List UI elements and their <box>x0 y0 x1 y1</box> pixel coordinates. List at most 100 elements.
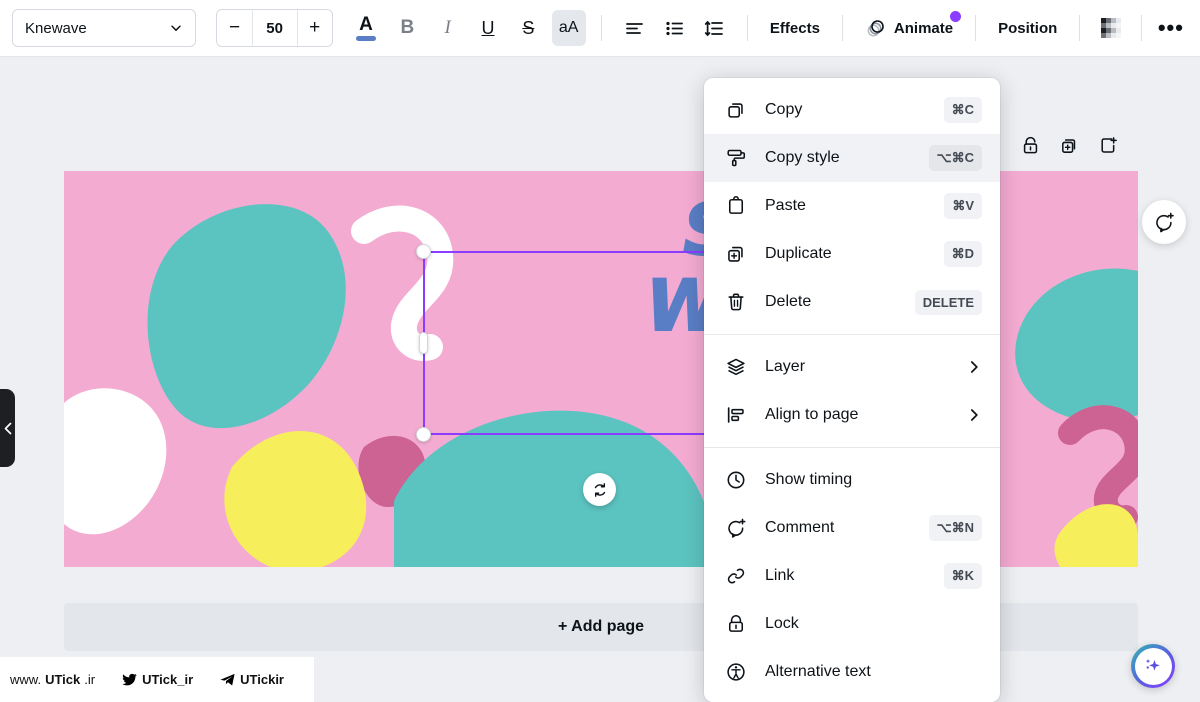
chevron-down-icon <box>171 25 182 31</box>
strikethrough-button[interactable]: S <box>511 10 545 46</box>
context-menu-label: Copy style <box>765 149 840 166</box>
align-icon <box>724 403 748 427</box>
context-menu-item-link[interactable]: Link ⌘K <box>704 552 1000 600</box>
lock-page-icon[interactable] <box>1020 135 1041 156</box>
checkerboard-icon <box>1100 18 1121 38</box>
animate-icon <box>867 20 884 37</box>
more-options-button[interactable]: ••• <box>1154 10 1188 46</box>
context-menu-label: Show timing <box>765 471 853 488</box>
context-menu-item-duplicate[interactable]: Duplicate ⌘D <box>704 230 1000 278</box>
watermark-website: www. UTick .ir <box>10 672 95 687</box>
font-color-glyph: A <box>359 13 373 35</box>
watermark-twitter-handle: UTick_ir <box>142 672 194 687</box>
clipboard-icon <box>724 194 748 218</box>
bold-button[interactable]: B <box>390 10 424 46</box>
twitter-icon <box>122 673 137 686</box>
line-spacing-button[interactable] <box>698 10 732 46</box>
context-menu[interactable]: Copy ⌘C Copy style ⌥⌘C Paste ⌘V Duplicate ⌘D Del… <box>704 78 1000 702</box>
copy-icon <box>724 98 748 122</box>
context-menu-item-paste[interactable]: Paste ⌘V <box>704 182 1000 230</box>
position-button[interactable]: Position <box>988 12 1067 45</box>
canva-editor-screen: Knewave − 50 + A B I U S aA Effects Anim… <box>0 0 1200 702</box>
resize-handle-bottom-left[interactable] <box>416 427 431 442</box>
context-menu-item-layer[interactable]: Layer <box>704 343 1000 391</box>
font-family-value: Knewave <box>25 19 87 37</box>
paint-roller-icon <box>724 146 748 170</box>
duplicate-icon <box>724 242 748 266</box>
bullet-list-button[interactable] <box>657 10 691 46</box>
context-menu-item-show-timing[interactable]: Show timing <box>704 456 1000 504</box>
underline-label: U <box>481 17 495 38</box>
context-menu-shortcut: ⌘C <box>943 97 982 123</box>
rotate-handle[interactable] <box>583 473 616 506</box>
context-menu-shortcut: ⌘D <box>943 241 982 267</box>
font-size-input[interactable]: 50 <box>251 10 298 46</box>
font-color-swatch <box>355 35 376 41</box>
magic-studio-button[interactable] <box>1131 644 1175 688</box>
line-spacing-icon <box>705 20 724 36</box>
trash-icon <box>724 290 748 314</box>
duplicate-page-icon[interactable] <box>1059 135 1080 156</box>
comment-fab-button[interactable] <box>1142 200 1186 244</box>
chevron-right-icon <box>966 407 982 423</box>
context-menu-item-comment[interactable]: Comment ⌥⌘N <box>704 504 1000 552</box>
effects-button[interactable]: Effects <box>760 12 830 45</box>
watermark-site-prefix: www. <box>10 672 42 687</box>
context-menu-item-align-to-page[interactable]: Align to page <box>704 391 1000 439</box>
transparency-button[interactable] <box>1094 11 1126 45</box>
font-family-select[interactable]: Knewave <box>12 9 197 47</box>
link-icon <box>724 564 748 588</box>
animate-new-badge <box>950 11 962 22</box>
watermark-bar: www. UTick .ir UTick_ir UTickir <box>0 657 314 702</box>
layers-icon <box>724 355 748 379</box>
context-menu-item-alternative-text[interactable]: Alternative text <box>704 648 1000 696</box>
letter-case-button[interactable]: aA <box>551 10 586 46</box>
magic-studio-inner <box>1134 647 1172 685</box>
animate-button[interactable]: Animate <box>855 9 963 47</box>
editor-area: STAY WEIRD + Add page <box>0 57 1200 702</box>
watermark-telegram-handle: UTickir <box>240 672 284 687</box>
context-menu-item-copy-style[interactable]: Copy style ⌥⌘C <box>704 134 1000 182</box>
text-align-button[interactable] <box>617 10 651 46</box>
rotate-icon <box>594 482 605 497</box>
context-menu-divider <box>704 447 1000 448</box>
context-menu-label: Alternative text <box>765 663 871 680</box>
italic-button[interactable]: I <box>430 10 464 46</box>
font-size-increase-button[interactable]: + <box>297 10 332 46</box>
add-page-icon[interactable] <box>1098 135 1119 156</box>
watermark-twitter: UTick_ir <box>121 671 193 688</box>
context-menu-item-lock[interactable]: Lock <box>704 600 1000 648</box>
font-color-button[interactable]: A <box>349 10 383 46</box>
context-menu-label: Layer <box>765 358 806 375</box>
font-size-decrease-button[interactable]: − <box>217 10 252 46</box>
text-toolbar: Knewave − 50 + A B I U S aA Effects Anim… <box>0 0 1200 57</box>
resize-handle-left[interactable] <box>419 332 428 354</box>
watermark-site-name: UTick <box>45 672 81 687</box>
context-menu-shortcut: ⌘K <box>943 563 982 589</box>
context-menu-label: Link <box>765 567 795 584</box>
chevron-left-icon <box>4 422 11 434</box>
context-menu-label: Duplicate <box>765 245 832 262</box>
context-menu-shortcut: ⌥⌘C <box>928 145 982 171</box>
context-menu-shortcut: ⌥⌘N <box>928 515 982 541</box>
underline-button[interactable]: U <box>471 10 505 46</box>
font-size-stepper[interactable]: − 50 + <box>216 9 333 47</box>
chevron-right-icon <box>966 359 982 375</box>
letter-case-label: aA <box>558 19 579 36</box>
accessibility-icon <box>724 660 748 684</box>
comment-plus-icon <box>724 516 748 540</box>
comment-plus-icon <box>1156 212 1174 233</box>
context-menu-label: Delete <box>765 293 812 310</box>
watermark-telegram: UTickir <box>219 671 284 688</box>
bullet-list-icon <box>666 21 683 35</box>
lock-icon <box>724 612 748 636</box>
strikethrough-label: S <box>522 17 535 38</box>
context-menu-item-delete[interactable]: Delete DELETE <box>704 278 1000 326</box>
animate-label: Animate <box>893 19 954 37</box>
italic-label: I <box>444 17 451 38</box>
toolbar-divider <box>600 15 602 41</box>
side-panel-toggle[interactable] <box>0 389 15 467</box>
resize-handle-top-left[interactable] <box>416 244 431 259</box>
context-menu-item-copy[interactable]: Copy ⌘C <box>704 86 1000 134</box>
sparkle-icon <box>1145 658 1160 671</box>
